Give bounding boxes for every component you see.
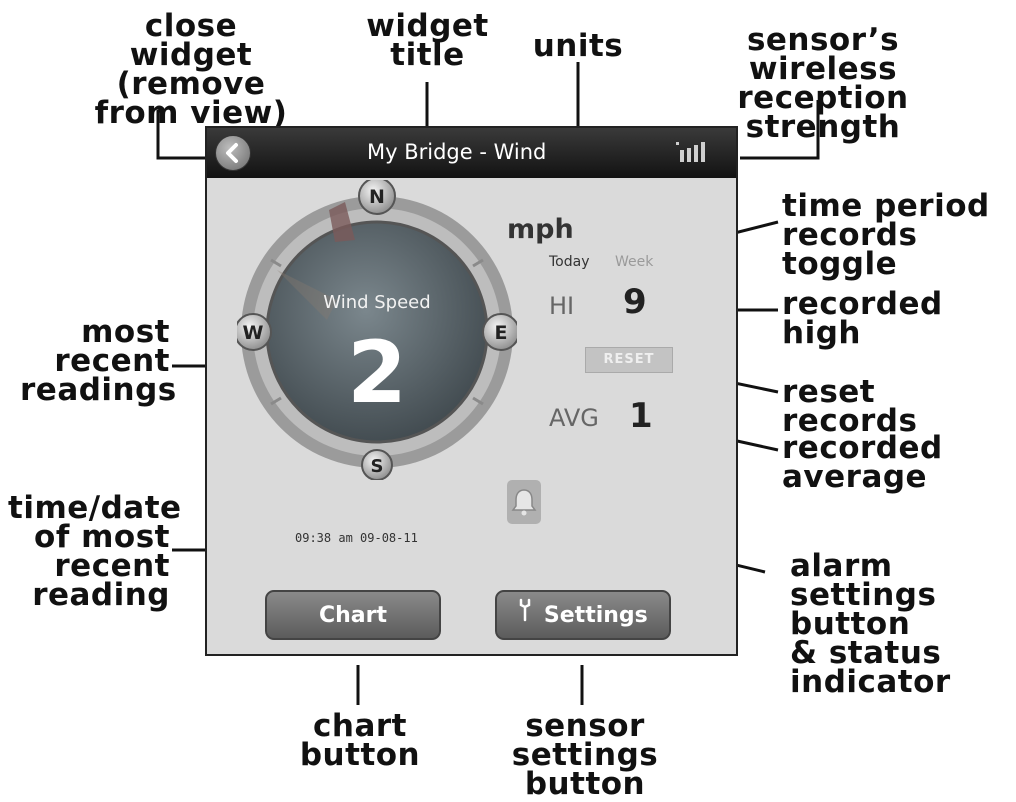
avg-value: 1 [629,396,653,436]
wind-speed-dial: Wind Speed 2 N E S W [234,177,520,481]
callout-recorded-high: recorded high [782,286,943,351]
signal-strength-icon [676,140,716,168]
back-arrow-icon [226,143,238,163]
callout-time-date: time/date of most recent reading [8,490,182,613]
compass-s: S [371,456,384,477]
callout-widget-title: widget title [366,8,489,73]
callout-most-recent: most recent readings [20,314,177,408]
period-week[interactable]: Week [615,254,653,270]
callout-sensor-settings: sensor settings button [511,708,659,802]
callout-reset-records: reset records [782,374,918,439]
chart-button[interactable]: Chart [265,590,441,640]
callout-chart-button: chart button [299,708,421,773]
callout-reception: sensor’s wireless reception strength [737,22,909,145]
bell-icon [511,489,537,516]
compass-w: W [243,322,264,344]
callout-recorded-average: recorded average [782,430,943,495]
reading-timestamp: 09:38 am 09-08-11 [295,531,418,545]
reset-records-button[interactable]: RESET [585,347,673,373]
widget-titlebar: My Bridge - Wind [207,128,736,178]
compass-n: N [369,186,385,208]
chart-button-label: Chart [318,603,388,628]
wrench-icon [518,592,532,640]
avg-label: AVG [549,404,599,432]
callout-close-widget: close widget (remove from view) [94,8,288,131]
wind-speed-label: Wind Speed [323,292,430,313]
close-widget-button[interactable] [215,135,251,171]
units-label: mph [507,214,574,245]
widget-title: My Bridge - Wind [367,140,547,164]
alarm-settings-button[interactable] [507,480,541,524]
period-today[interactable]: Today [549,254,590,270]
callout-units: units [532,28,624,64]
compass-e: E [495,322,508,344]
callout-time-period: time period records toggle [782,188,990,282]
wind-speed-value: 2 [347,323,407,423]
settings-button-label: Settings [543,603,648,628]
sensor-settings-button[interactable]: Settings [495,590,671,640]
hi-value: 9 [623,282,647,322]
hi-label: HI [549,292,575,320]
wind-widget: My Bridge - Wind Wind Speed 2 N E S W mp… [205,126,738,656]
callout-alarm: alarm settings button & status indicator [790,548,951,700]
